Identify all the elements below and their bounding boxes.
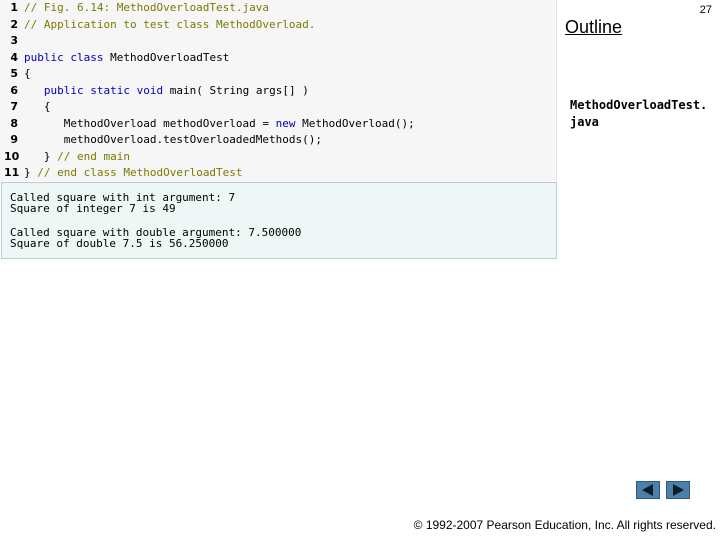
copyright-notice: © 1992-2007 Pearson Education, Inc. All … — [413, 518, 716, 532]
program-output: Called square with int argument: 7 Square… — [1, 182, 557, 259]
code-text: methodOverload.testOverloadedMethods(); — [24, 133, 323, 146]
line-number: 6 — [10, 83, 18, 97]
code-text: // Application to test class MethodOverl… — [24, 17, 316, 31]
line-number: 10 — [4, 149, 20, 163]
code-text: } // end main — [24, 149, 130, 163]
output-line: Square of double 7.5 is 56.250000 — [10, 237, 229, 250]
code-text: MethodOverload methodOverload = new Meth… — [24, 116, 415, 130]
code-text: { — [24, 67, 31, 80]
triangle-right-icon — [673, 484, 684, 496]
code-text: { — [24, 100, 51, 113]
triangle-left-icon — [642, 484, 653, 496]
outline-title: Outline — [565, 17, 623, 37]
code-listing: 1 // Fig. 6.14: MethodOverloadTest.java 2 /… — [0, 0, 557, 181]
previous-slide-button[interactable] — [636, 481, 660, 499]
code-text: // Fig. 6.14: MethodOverloadTest.java — [24, 1, 270, 14]
file-label: MethodOverloadTest.java — [570, 98, 708, 129]
code-text: } // end class MethodOverloadTest — [24, 166, 243, 179]
line-number: 1 — [10, 1, 18, 14]
code-text: public class MethodOverloadTest — [24, 50, 230, 64]
line-number: 4 — [10, 50, 18, 64]
output-line: Square of integer 7 is 49 — [10, 202, 176, 215]
line-number: 11 — [4, 166, 20, 179]
line-number: 3 — [10, 34, 18, 47]
code-text: public static void main( String args[] ) — [43, 83, 309, 97]
line-number: 2 — [10, 17, 18, 31]
line-number: 9 — [10, 133, 18, 146]
line-number: 5 — [10, 67, 18, 80]
line-number: 8 — [10, 116, 18, 130]
line-number: 7 — [10, 100, 18, 113]
next-slide-button[interactable] — [666, 481, 690, 499]
page-number: 27 — [699, 4, 712, 16]
